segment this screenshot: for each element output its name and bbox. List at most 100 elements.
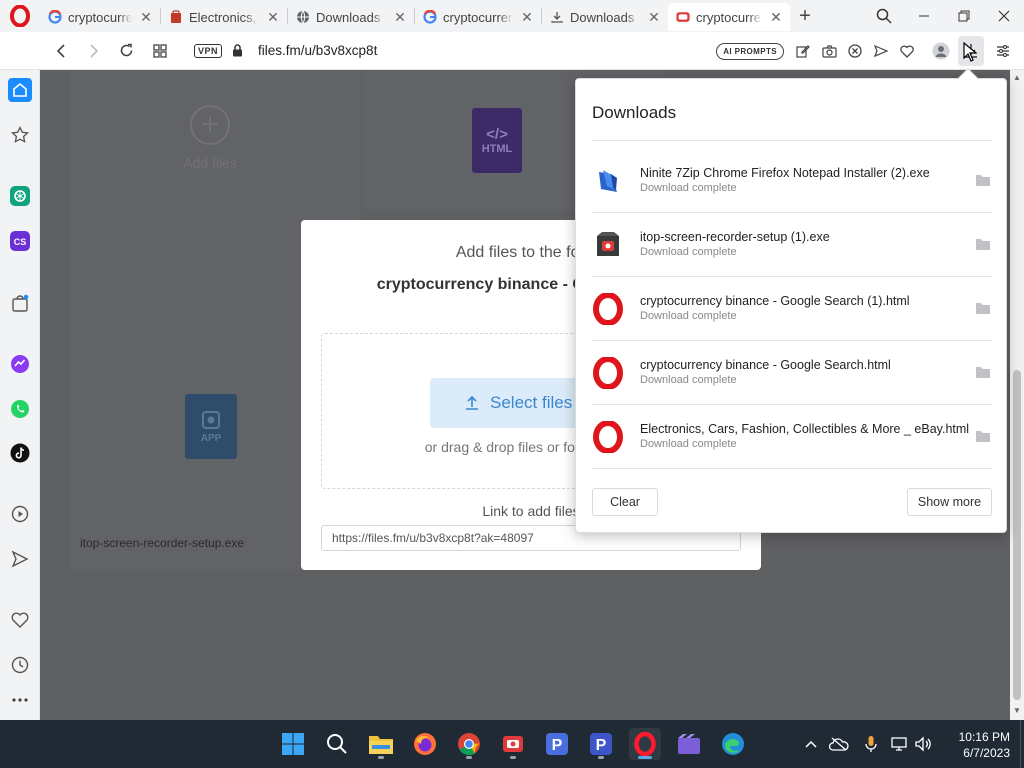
chrome-icon[interactable] [453, 728, 485, 760]
tab-title: cryptocurrency binance - Google Search [68, 9, 132, 25]
tab-strip: cryptocurrency binance - Google Search ✕… [0, 0, 1024, 32]
download-item[interactable]: Ninite 7Zip Chrome Firefox Notepad Insta… [592, 149, 992, 213]
restore-button[interactable] [944, 0, 984, 32]
active-indicator [638, 756, 652, 759]
download-status: Download complete [640, 246, 737, 258]
file-explorer-icon[interactable] [365, 728, 397, 760]
tab-google-search-1[interactable]: cryptocurrency binance - Google Search ✕ [40, 3, 160, 31]
profile-avatar-icon[interactable] [928, 36, 954, 66]
sidebar-player-icon[interactable] [8, 502, 32, 526]
edit-icon[interactable] [790, 36, 816, 66]
url-field[interactable]: files.fm/u/b3v8xcp8t [258, 43, 377, 58]
tab-overview-icon[interactable] [143, 36, 176, 66]
close-window-button[interactable] [984, 0, 1024, 32]
forward-button[interactable] [77, 36, 110, 66]
itop-recorder-icon[interactable] [497, 728, 529, 760]
show-desktop-button[interactable] [1020, 720, 1024, 768]
download-filename: cryptocurrency binance - Google Search (… [640, 294, 910, 308]
tab-close-icon[interactable]: ✕ [265, 9, 281, 25]
sidebar-bookmarks-heart-icon[interactable] [8, 608, 32, 632]
show-more-button[interactable]: Show more [907, 488, 992, 516]
windows-start-icon[interactable] [277, 728, 309, 760]
page-scrollbar[interactable]: ▲ ▼ [1010, 70, 1024, 720]
sidebar-history-icon[interactable] [8, 653, 32, 677]
sidebar-home-icon[interactable] [8, 78, 32, 102]
edge-icon[interactable] [717, 728, 749, 760]
gear-icon [201, 410, 221, 433]
download-filename: Ninite 7Zip Chrome Firefox Notepad Insta… [640, 166, 930, 180]
minimize-button[interactable] [904, 0, 944, 32]
download-status: Download complete [640, 182, 737, 194]
sidebar-speed-dial-star-icon[interactable] [8, 123, 32, 147]
tab-filesfm-active[interactable]: cryptocurrency binance - Files.fm ✕ [668, 3, 790, 31]
firefox-icon[interactable] [409, 728, 441, 760]
clipchamp-icon[interactable] [673, 728, 705, 760]
opera-taskbar-icon[interactable] [629, 728, 661, 760]
camera-icon[interactable] [816, 36, 842, 66]
tab-downloads-2[interactable]: Downloads ✕ [542, 3, 668, 31]
download-item[interactable]: Electronics, Cars, Fashion, Collectibles… [592, 405, 992, 469]
download-item[interactable]: itop-screen-recorder-setup (1).exe Downl… [592, 213, 992, 277]
show-in-folder-icon[interactable] [975, 237, 991, 251]
tab-close-icon[interactable]: ✕ [392, 9, 408, 25]
sidebar-more-icon[interactable] [8, 688, 32, 712]
add-files-tile[interactable]: + Add files [180, 105, 240, 171]
ad-block-icon[interactable] [842, 36, 868, 66]
tab-close-icon[interactable]: ✕ [138, 9, 154, 25]
show-in-folder-icon[interactable] [975, 173, 991, 187]
itop-installer-icon [592, 229, 624, 261]
opera-menu-icon[interactable] [0, 0, 40, 32]
scroll-thumb[interactable] [1013, 370, 1021, 700]
tab-downloads-1[interactable]: Downloads ✕ [288, 3, 414, 31]
tab-title: Electronics, Cars, Fashion, Collectibles [189, 9, 259, 25]
tab-close-icon[interactable]: ✕ [768, 9, 784, 25]
vpn-badge[interactable]: VPN [194, 43, 223, 58]
clear-downloads-button[interactable]: Clear [592, 488, 658, 516]
sidebar-messenger-icon[interactable] [8, 352, 32, 376]
show-in-folder-icon[interactable] [975, 301, 991, 315]
heart-icon[interactable] [894, 36, 920, 66]
downloads-popup: Downloads Ninite 7Zip Chrome Firefox Not… [575, 78, 1007, 533]
taskbar-clock[interactable]: 10:16 PM 6/7/2023 [959, 729, 1010, 761]
download-item[interactable]: cryptocurrency binance - Google Search (… [592, 277, 992, 341]
file-name-caption[interactable]: itop-screen-recorder-setup.exe [80, 536, 244, 550]
sidebar-chatsonic-icon[interactable]: CS [8, 229, 32, 253]
select-files-label: Select files [490, 393, 573, 412]
network-icon[interactable] [886, 736, 912, 752]
scroll-up-icon[interactable]: ▲ [1013, 73, 1021, 82]
sidebar-flow-icon[interactable] [8, 547, 32, 571]
download-item[interactable]: cryptocurrency binance - Google Search.h… [592, 341, 992, 405]
tab-close-icon[interactable]: ✕ [519, 9, 535, 25]
reload-button[interactable] [110, 36, 143, 66]
sidebar-whatsapp-icon[interactable] [8, 397, 32, 421]
back-button[interactable] [44, 36, 77, 66]
onedrive-offline-icon[interactable] [822, 737, 856, 751]
tab-search-icon[interactable] [864, 0, 904, 32]
publisher-p-icon[interactable]: P [541, 728, 573, 760]
plus-icon: + [190, 105, 230, 145]
tab-google-search-2[interactable]: cryptocurrency binance - Google Search ✕ [415, 3, 541, 31]
volume-icon[interactable] [912, 736, 934, 752]
scroll-down-icon[interactable]: ▼ [1013, 706, 1021, 715]
sidebar-shopping-icon[interactable] [8, 291, 32, 315]
tab-close-icon[interactable]: ✕ [646, 9, 662, 25]
tray-overflow-chevron-icon[interactable] [800, 740, 822, 748]
html-file-thumbnail[interactable]: </> HTML [472, 108, 522, 173]
publisher-p2-icon[interactable]: P [585, 728, 617, 760]
windows-taskbar: P P 10:16 PM 6/7/2023 [0, 720, 1024, 768]
show-in-folder-icon[interactable] [975, 365, 991, 379]
easy-setup-menu-icon[interactable] [990, 36, 1016, 66]
ai-prompts-button[interactable]: AI PROMPTS [716, 42, 784, 60]
new-tab-button[interactable]: + [790, 2, 820, 30]
taskbar-search-icon[interactable] [321, 728, 353, 760]
send-icon[interactable] [868, 36, 894, 66]
sidebar-tiktok-icon[interactable] [8, 441, 32, 465]
app-file-thumbnail[interactable]: APP [185, 394, 237, 459]
lock-icon[interactable] [232, 44, 246, 57]
address-bar: VPN files.fm/u/b3v8xcp8t AI PROMPTS [0, 32, 1024, 70]
sidebar-chatgpt-icon[interactable] [8, 184, 32, 208]
show-in-folder-icon[interactable] [975, 429, 991, 443]
svg-text:P: P [552, 737, 563, 754]
tab-ebay[interactable]: Electronics, Cars, Fashion, Collectibles… [161, 3, 287, 31]
microphone-icon[interactable] [856, 735, 886, 753]
